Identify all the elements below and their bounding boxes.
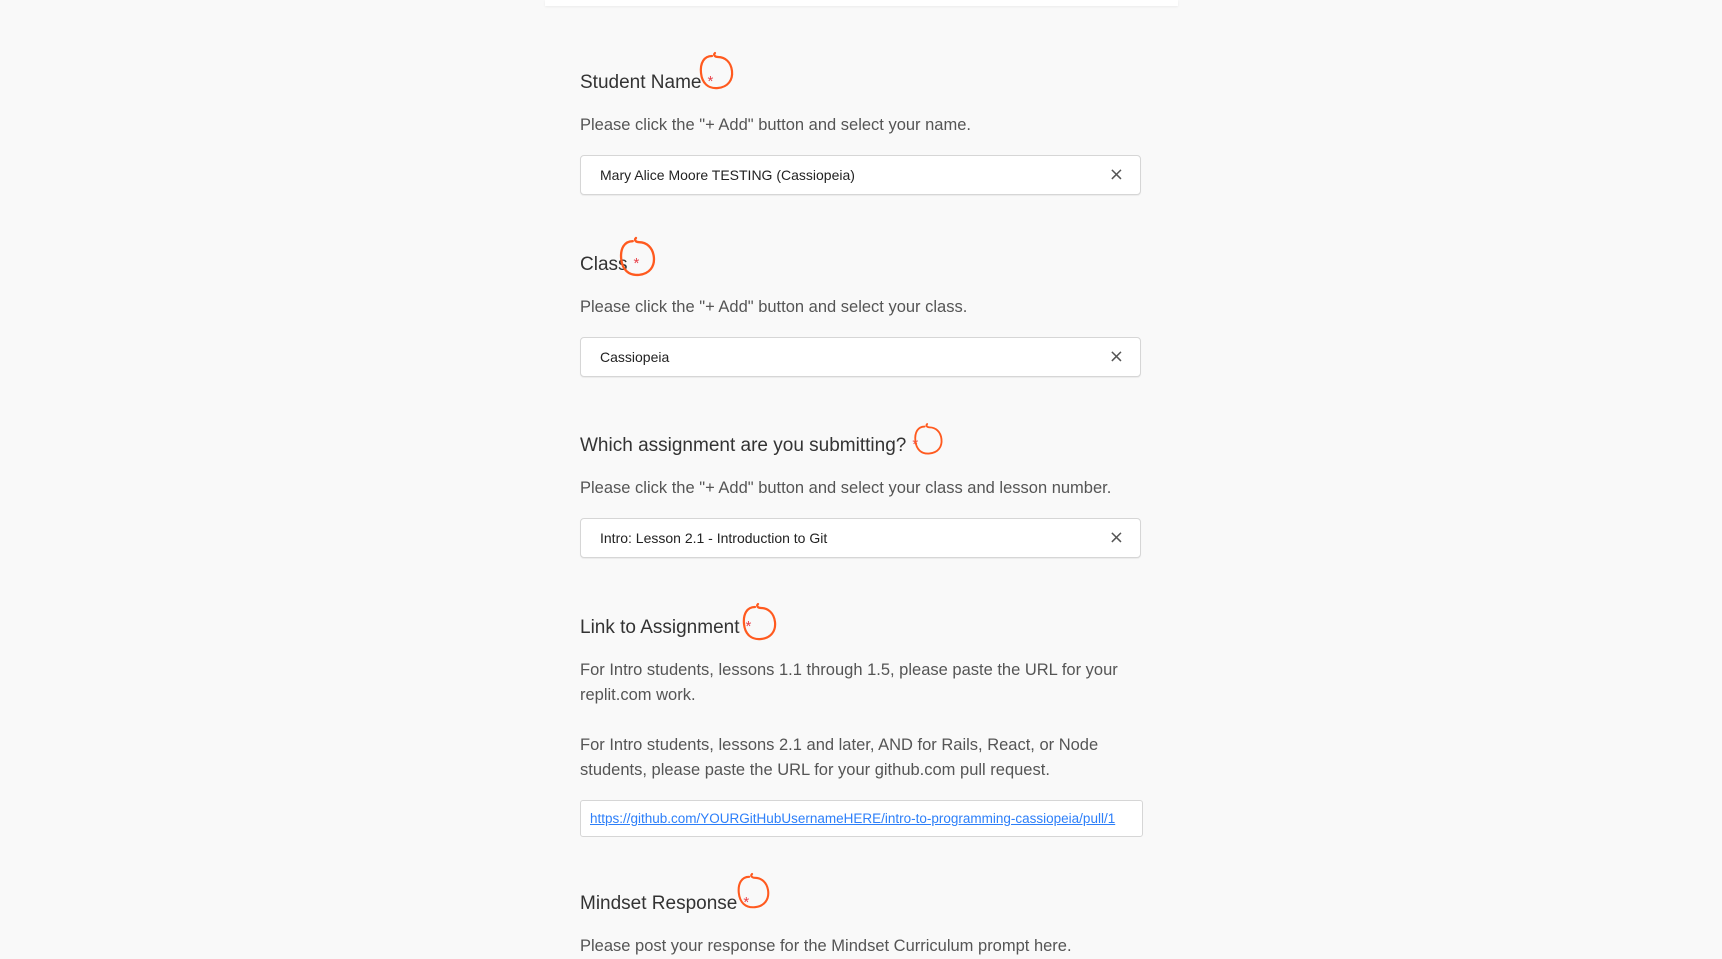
field-label-text: Link to Assignment [580,617,740,638]
annotation-circle-icon [734,602,784,642]
field-help: Please click the "+ Add" button and sele… [580,113,1143,138]
url-link[interactable]: https://github.com/YOURGitHubUsernameHER… [590,811,1132,826]
required-asterisk: * [743,894,750,911]
field-help-text: Please click the "+ Add" button and sele… [580,479,1112,497]
linked-record-student[interactable]: Mary Alice Moore TESTING (Cassiopeia) × [580,155,1141,195]
field-label-text: Which assignment are you submitting? [580,435,907,456]
field-help-text: Please post your response for the Mindse… [580,937,1072,955]
required-asterisk: * [912,436,919,453]
field-label: Student Name * [580,51,1143,96]
remove-icon[interactable]: × [1109,346,1124,367]
form-header-card [545,0,1178,6]
remove-icon[interactable]: × [1109,527,1124,548]
field-help-text-2: For Intro students, lessons 2.1 and late… [580,736,1099,779]
field-class: Class * Please click the "+ Add" button a… [580,236,1143,377]
linked-record-assignment[interactable]: Intro: Lesson 2.1 - Introduction to Git … [580,518,1141,558]
field-assignment: Which assignment are you submitting? * Pl… [580,423,1143,558]
linked-record-name: Intro: Lesson 2.1 - Introduction to Git [600,530,828,546]
linked-record-name: Cassiopeia [600,349,670,365]
form-page: Student Name * Please click the "+ Add" b… [0,0,1722,959]
field-help-text: Please click the "+ Add" button and sele… [580,298,968,316]
field-help-text-1: For Intro students, lessons 1.1 through … [580,661,1118,704]
field-label-text: Student Name [580,72,702,93]
field-help-text: Please click the "+ Add" button and sele… [580,116,971,134]
linked-record-name: Mary Alice Moore TESTING (Cassiopeia) [600,167,855,183]
required-asterisk: * [633,255,640,272]
field-label-text: Class [580,254,628,275]
field-label: Link to Assignment * [580,602,1143,641]
field-help: For Intro students, lessons 1.1 through … [580,658,1143,783]
url-input[interactable]: https://github.com/YOURGitHubUsernameHER… [580,800,1143,837]
linked-record-class[interactable]: Cassiopeia × [580,337,1141,377]
field-help: Please click the "+ Add" button and sele… [580,295,1143,320]
field-link-to-assignment: Link to Assignment * For Intro students, … [580,602,1143,837]
field-label: Mindset Response * [580,872,1143,917]
field-help: Please post your response for the Mindse… [580,934,1143,959]
required-asterisk: * [745,618,752,635]
field-label: Class * [580,236,1143,278]
remove-icon[interactable]: × [1109,164,1124,185]
field-label: Which assignment are you submitting? * [580,423,1143,459]
annotation-circle-icon [698,51,734,91]
field-help: Please click the "+ Add" button and sele… [580,476,1143,501]
field-student-name: Student Name * Please click the "+ Add" b… [580,51,1143,195]
field-mindset-response: Mindset Response * Please post your respo… [580,872,1143,959]
field-label-text: Mindset Response [580,893,738,914]
required-asterisk: * [707,73,714,90]
